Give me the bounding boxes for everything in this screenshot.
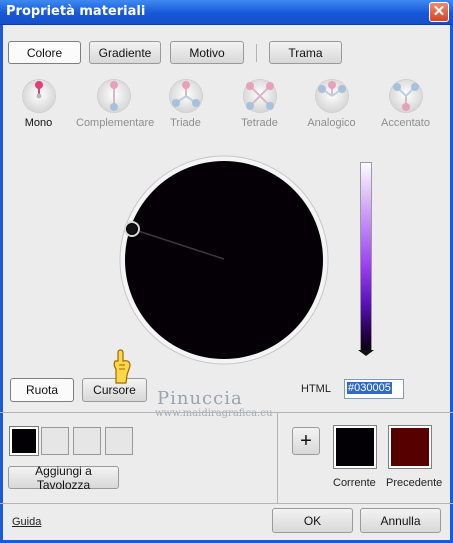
current-color-swatch[interactable] (333, 425, 377, 469)
palette-swatch[interactable] (9, 426, 39, 456)
html-color-value: #030005 (347, 382, 392, 394)
title-bar[interactable]: Proprietà materiali ✕ (0, 0, 453, 25)
complementary-harmony-icon (97, 80, 130, 112)
harmony-label: Tetrade (241, 117, 278, 129)
ok-button[interactable]: OK (272, 508, 353, 533)
watermark-url: www.maidiragrafica.eu (155, 408, 273, 419)
harmony-analogico[interactable]: Analogico (294, 80, 369, 129)
brightness-slider[interactable] (360, 162, 372, 352)
previous-color-swatch[interactable] (388, 425, 432, 469)
color-wheel[interactable] (119, 155, 329, 365)
plus-icon: + (300, 429, 312, 452)
section-divider (0, 412, 453, 413)
harmony-label: Accentato (381, 117, 430, 129)
harmony-triade[interactable]: Triade (148, 80, 223, 129)
add-to-palette-button[interactable]: Aggiungi a Tavolozza (8, 464, 119, 492)
cancel-button[interactable]: Annulla (360, 508, 441, 533)
watermark-name: Pinuccia (157, 388, 243, 409)
html-color-input[interactable]: #030005 (344, 379, 404, 399)
tab-motivo[interactable]: Motivo (170, 41, 244, 64)
triad-harmony-icon (169, 80, 202, 112)
harmony-mono[interactable]: Mono (1, 80, 76, 129)
hand-pointer-icon (110, 349, 132, 388)
harmony-label: Mono (24, 117, 53, 129)
palette-swatch[interactable] (73, 427, 101, 455)
previous-color-label: Precedente (386, 477, 443, 489)
mono-harmony-icon (22, 80, 55, 112)
harmony-accentato[interactable]: Accentato (368, 80, 443, 129)
window-title: Proprietà materiali (6, 4, 146, 19)
section-divider-vertical (277, 413, 278, 503)
tab-trama[interactable]: Trama (269, 41, 342, 64)
footer-divider (0, 503, 453, 504)
harmony-label: Analogico (307, 117, 356, 129)
harmony-label: Complementare (76, 117, 155, 129)
tetrad-harmony-icon (243, 80, 276, 112)
color-picker-handle[interactable] (124, 221, 140, 237)
wheel-mode-button[interactable]: Ruota (10, 378, 74, 402)
analogous-harmony-icon (315, 80, 348, 112)
accented-harmony-icon (389, 80, 422, 112)
tab-gradiente[interactable]: Gradiente (89, 41, 161, 64)
tab-colore[interactable]: Colore (8, 41, 81, 64)
current-color-label: Corrente (333, 477, 376, 489)
close-button[interactable]: ✕ (429, 2, 449, 22)
tab-separator (256, 44, 257, 62)
harmony-label: Triade (170, 117, 201, 129)
html-label: HTML (301, 383, 331, 395)
palette-swatch[interactable] (41, 427, 69, 455)
close-icon: ✕ (432, 3, 446, 20)
palette-swatch[interactable] (105, 427, 133, 455)
harmony-tetrade[interactable]: Tetrade (222, 80, 297, 129)
help-link[interactable]: Guida (12, 516, 41, 528)
add-swatch-button[interactable]: + (292, 427, 320, 455)
harmony-complementare[interactable]: Complementare (76, 80, 155, 129)
